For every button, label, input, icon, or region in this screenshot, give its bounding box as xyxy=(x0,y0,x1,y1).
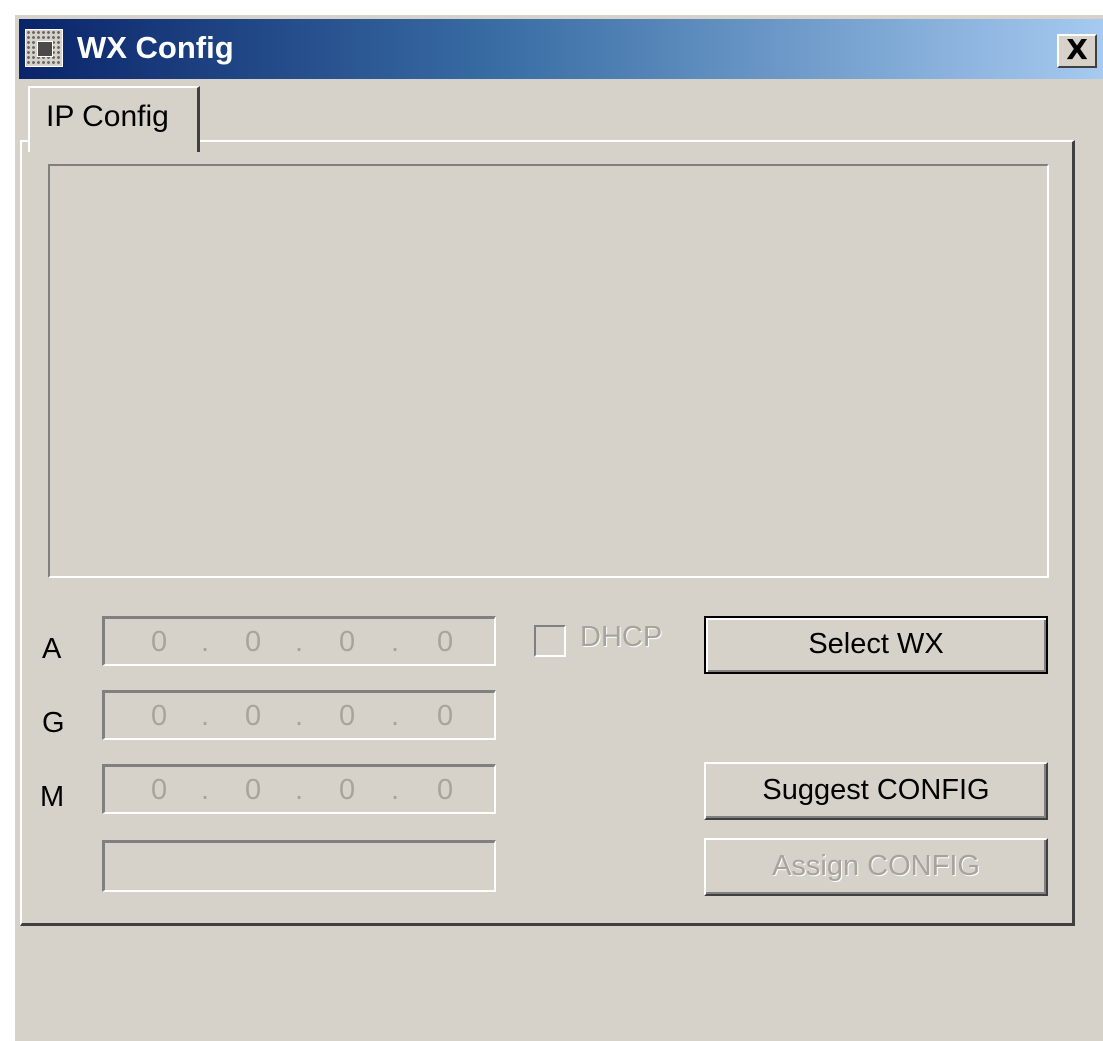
mask-octet-4: 0 xyxy=(437,774,454,806)
gateway-dot: . xyxy=(295,700,304,732)
gateway-label: G xyxy=(42,707,65,739)
device-list[interactable] xyxy=(48,164,1049,578)
address-label: A xyxy=(42,633,62,665)
address-dot: . xyxy=(201,626,210,658)
select-wx-button[interactable]: Select WX xyxy=(704,616,1048,674)
gateway-dot: . xyxy=(391,700,400,732)
mask-dot: . xyxy=(391,774,400,806)
window-title: WX Config xyxy=(77,30,234,65)
address-octet-4: 0 xyxy=(437,626,454,658)
app-icon[interactable] xyxy=(25,29,63,67)
mask-ip-field[interactable]: 0 . 0 . 0 . 0 xyxy=(102,764,496,814)
mask-octet-3: 0 xyxy=(339,774,356,806)
mask-octet-1: 0 xyxy=(151,774,168,806)
dhcp-checkbox[interactable] xyxy=(534,625,566,657)
tab-ip-config[interactable]: IP Config xyxy=(28,86,200,152)
mask-label: M xyxy=(40,781,65,813)
gateway-octet-3: 0 xyxy=(339,700,356,732)
assign-config-button[interactable]: Assign CONFIG xyxy=(704,838,1048,896)
gateway-octet-1: 0 xyxy=(151,700,168,732)
mask-octet-2: 0 xyxy=(245,774,262,806)
suggest-config-button[interactable]: Suggest CONFIG xyxy=(704,762,1048,820)
gateway-octet-4: 0 xyxy=(437,700,454,732)
gateway-octet-2: 0 xyxy=(245,700,262,732)
mask-dot: . xyxy=(295,774,304,806)
address-dot: . xyxy=(391,626,400,658)
close-button[interactable]: X xyxy=(1057,34,1097,68)
dhcp-label: DHCP xyxy=(580,621,663,653)
address-octet-3: 0 xyxy=(339,626,356,658)
address-octet-2: 0 xyxy=(245,626,262,658)
address-octet-1: 0 xyxy=(151,626,168,658)
address-ip-field[interactable]: 0 . 0 . 0 . 0 xyxy=(102,616,496,666)
status-field[interactable] xyxy=(102,840,496,892)
gateway-dot: . xyxy=(201,700,210,732)
title-bar[interactable]: WX Config X xyxy=(19,19,1103,79)
address-dot: . xyxy=(295,626,304,658)
mask-dot: . xyxy=(201,774,210,806)
gateway-ip-field[interactable]: 0 . 0 . 0 . 0 xyxy=(102,690,496,740)
